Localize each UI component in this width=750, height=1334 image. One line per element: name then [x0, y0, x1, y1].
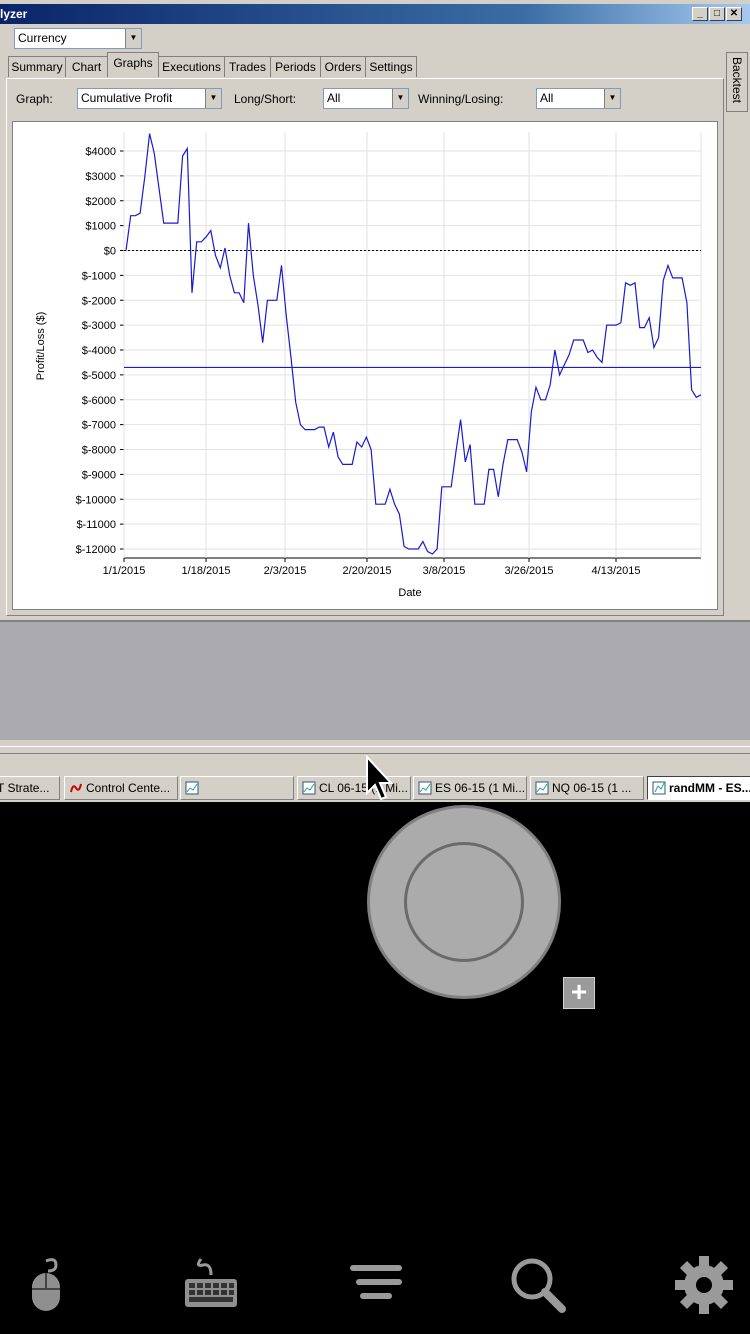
chart-icon — [185, 781, 199, 795]
tab-orders[interactable]: Orders — [320, 56, 366, 77]
virtual-joystick[interactable] — [367, 805, 561, 999]
y-tick-label: $-7000 — [82, 420, 116, 432]
y-tick-label: $-11000 — [76, 519, 116, 531]
y-tick-label: $-2000 — [82, 295, 116, 307]
tab-summary[interactable]: Summary — [8, 56, 66, 77]
taskbar-item-label: ES 06-15 (1 Mi... — [435, 781, 526, 795]
tab-backtest-label: Backtest — [730, 57, 744, 104]
chevron-down-icon[interactable]: ▼ — [604, 89, 620, 108]
taskbar-item-label: T Strate... — [0, 781, 50, 795]
cumulative-profit-line — [125, 133, 702, 555]
y-tick-label: $-3000 — [82, 320, 116, 332]
taskbar-item-nq[interactable]: NQ 06-15 (1 ... — [530, 776, 644, 800]
graph-label: Graph: — [16, 92, 53, 106]
tab-backtest[interactable]: Backtest — [726, 52, 748, 112]
tab-periods[interactable]: Periods — [270, 56, 321, 77]
y-tick-label: $-4000 — [82, 345, 116, 357]
taskbar-item-label: randMM - ES... — [669, 781, 750, 795]
x-tick-label: 2/20/2015 — [343, 565, 392, 577]
y-tick-label: $-8000 — [82, 445, 116, 457]
tab-executions[interactable]: Executions — [158, 56, 225, 77]
minimize-button[interactable]: _ — [692, 7, 708, 21]
taskbar-item-es[interactable]: ES 06-15 (1 Mi... — [413, 776, 527, 800]
chart-area: $4000 $3000 $2000 $1000 $0 $-1000 $-2000 $-3000… — [12, 121, 718, 610]
chevron-down-icon[interactable]: ▼ — [125, 29, 141, 48]
analyzer-icon — [652, 781, 666, 795]
longshort-select-value: All — [327, 91, 341, 105]
x-axis-title: Date — [398, 587, 421, 599]
currency-select[interactable]: Currency ▼ — [14, 28, 142, 49]
taskbar-item-chart[interactable] — [180, 776, 294, 800]
winlose-select[interactable]: All ▼ — [536, 88, 621, 109]
add-button[interactable]: + — [563, 977, 595, 1009]
y-axis-title: Profit/Loss ($) — [35, 312, 47, 380]
window-title: lyzer — [0, 7, 28, 21]
gear-icon[interactable] — [674, 1255, 734, 1315]
tab-trades[interactable]: Trades — [224, 56, 271, 77]
taskbar-item-label: NQ 06-15 (1 ... — [552, 781, 632, 795]
cumulative-profit-chart: $4000 $3000 $2000 $1000 $0 $-1000 $-2000 $-3000… — [35, 132, 702, 599]
winlose-label: Winning/Losing: — [418, 92, 504, 106]
x-tick-label: 3/8/2015 — [423, 565, 466, 577]
y-tick-label: $0 — [104, 246, 116, 258]
graph-select-value: Cumulative Profit — [81, 91, 173, 105]
y-tick-label: $3000 — [85, 171, 116, 183]
taskbar-item-control-center[interactable]: Control Cente... — [64, 776, 178, 800]
y-tick-label: $-6000 — [82, 395, 116, 407]
tab-chart[interactable]: Chart — [65, 56, 108, 77]
maximize-button[interactable]: □ — [709, 7, 725, 21]
graph-select[interactable]: Cumulative Profit ▼ — [77, 88, 222, 109]
joystick-knob[interactable] — [404, 842, 524, 962]
taskbar-item-label: Control Cente... — [86, 781, 171, 795]
keyboard-icon[interactable] — [181, 1255, 241, 1315]
menu-icon[interactable] — [346, 1255, 406, 1315]
x-tick-label: 1/18/2015 — [182, 565, 231, 577]
y-tick-label: $4000 — [85, 146, 116, 158]
taskbar-item-strategy[interactable]: T Strate... — [0, 776, 60, 800]
ninja-icon — [70, 783, 82, 793]
chevron-down-icon[interactable]: ▼ — [205, 89, 221, 108]
title-bar[interactable]: lyzer _ □ ✕ — [0, 4, 750, 24]
mouse-icon[interactable] — [16, 1255, 76, 1315]
y-tick-label: $-12000 — [76, 544, 116, 556]
x-tick-label: 4/13/2015 — [592, 565, 641, 577]
close-button[interactable]: ✕ — [726, 7, 742, 21]
y-tick-label: $2000 — [85, 196, 116, 208]
chart-icon — [418, 781, 432, 795]
longshort-label: Long/Short: — [234, 92, 297, 106]
taskbar-item-randmm[interactable]: randMM - ES... — [647, 776, 750, 800]
remote-desktop-background — [0, 622, 750, 740]
x-tick-label: 2/3/2015 — [264, 565, 307, 577]
strategy-analyzer-window: lyzer _ □ ✕ Currency ▼ Summary Chart Gra… — [0, 0, 750, 622]
y-tick-label: $-10000 — [76, 494, 116, 506]
taskbar-divider — [0, 746, 750, 754]
tab-graphs[interactable]: Graphs — [107, 52, 159, 77]
longshort-select[interactable]: All ▼ — [323, 88, 409, 109]
y-tick-label: $1000 — [85, 221, 116, 233]
chart-icon — [535, 781, 549, 795]
x-tick-label: 3/26/2015 — [505, 565, 554, 577]
tab-settings[interactable]: Settings — [365, 56, 417, 77]
currency-select-value: Currency — [18, 31, 67, 45]
y-tick-label: $-1000 — [82, 270, 116, 282]
mouse-cursor-icon — [366, 755, 394, 801]
search-icon[interactable] — [508, 1255, 568, 1315]
y-tick-label: $-5000 — [82, 370, 116, 382]
y-tick-label: $-9000 — [82, 469, 116, 481]
x-tick-label: 1/1/2015 — [103, 565, 146, 577]
chart-icon — [302, 781, 316, 795]
chevron-down-icon[interactable]: ▼ — [392, 89, 408, 108]
winlose-select-value: All — [540, 91, 554, 105]
